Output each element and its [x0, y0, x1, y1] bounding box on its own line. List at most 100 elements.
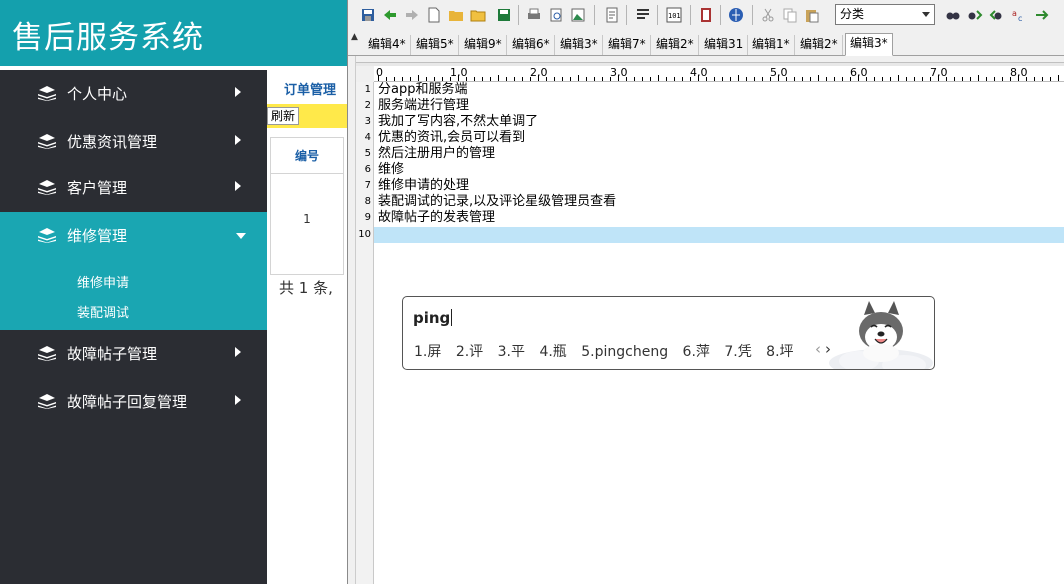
- tab-edit3[interactable]: 编辑3*: [556, 35, 603, 55]
- svg-text:a: a: [1012, 9, 1017, 18]
- copy-icon[interactable]: [782, 7, 798, 23]
- ruler-tick: [738, 75, 739, 81]
- text-line[interactable]: 分app和服务端: [378, 82, 467, 98]
- submenu-item-repair-request[interactable]: 维修申请: [77, 272, 129, 291]
- tab-edit4[interactable]: 编辑4*: [364, 35, 411, 55]
- ruler-tick: [794, 77, 795, 81]
- sidebar-item-fault-replies[interactable]: 故障帖子回复管理: [0, 378, 267, 426]
- ruler-tick: [674, 77, 675, 81]
- tab-edit7[interactable]: 编辑7*: [604, 35, 651, 55]
- line-number: 8: [364, 196, 371, 207]
- replace-icon[interactable]: ac: [1011, 7, 1027, 23]
- text-line[interactable]: 故障帖子的发表管理: [378, 210, 495, 226]
- text-line[interactable]: 维修申请的处理: [378, 178, 469, 194]
- sidebar-item-promo-news[interactable]: 优惠资讯管理: [0, 118, 267, 166]
- category-select[interactable]: 分类: [835, 4, 935, 25]
- ruler-tick: [490, 77, 491, 81]
- ruler-tick: [962, 77, 963, 81]
- ruler-tick: [818, 75, 819, 81]
- find-prev-icon[interactable]: [989, 7, 1005, 23]
- save-icon[interactable]: [360, 7, 376, 23]
- ime-candidate[interactable]: 3.平: [498, 344, 525, 360]
- tab-edit5[interactable]: 编辑5*: [412, 35, 459, 55]
- pin-icon[interactable]: ▲: [351, 32, 358, 42]
- paste-icon[interactable]: [804, 7, 820, 23]
- tab-edit1[interactable]: 编辑1*: [748, 35, 795, 55]
- chevron-right-icon: [235, 181, 241, 191]
- tab-edit9[interactable]: 编辑9*: [460, 35, 507, 55]
- repair-submenu: 维修申请 装配调试: [0, 260, 267, 330]
- ruler-tick: [866, 77, 867, 81]
- find-next-icon[interactable]: [967, 7, 983, 23]
- ime-candidate[interactable]: 6.萍: [683, 344, 710, 360]
- ruler-tick: [786, 77, 787, 81]
- ime-candidate[interactable]: 8.坪: [766, 344, 793, 360]
- ime-candidate[interactable]: 1.屏: [414, 344, 441, 360]
- sidebar-item-personal-center[interactable]: 个人中心: [0, 70, 267, 118]
- text-line[interactable]: 装配调试的记录,以及评论星级管理员查看: [378, 194, 616, 210]
- ruler-tick: [706, 77, 707, 81]
- column-header-id[interactable]: 编号: [271, 138, 343, 174]
- data-table: 编号 1: [270, 137, 344, 275]
- ruler-tick: [530, 77, 531, 81]
- align-icon[interactable]: [635, 7, 651, 23]
- image-icon[interactable]: [570, 7, 586, 23]
- notebook-icon[interactable]: [698, 7, 714, 23]
- find-icon[interactable]: [945, 7, 961, 23]
- text-line[interactable]: 服务端进行管理: [378, 98, 469, 114]
- tab-edit2b[interactable]: 编辑2*: [796, 35, 843, 55]
- submenu-item-assembly-debug[interactable]: 装配调试: [77, 302, 129, 321]
- ruler-tick: [906, 77, 907, 81]
- print-icon[interactable]: [526, 7, 542, 23]
- pagination-total: 共 1 条,: [279, 279, 333, 297]
- folder-icon[interactable]: [470, 7, 486, 23]
- open-folder-icon[interactable]: [448, 7, 464, 23]
- ruler-tick: [402, 77, 403, 81]
- globe-icon[interactable]: [728, 7, 744, 23]
- ruler-tick: [634, 77, 635, 81]
- sidebar-item-fault-posts[interactable]: 故障帖子管理: [0, 330, 267, 378]
- text-line[interactable]: 维修: [378, 162, 404, 178]
- arrow-forward-icon[interactable]: [404, 7, 420, 23]
- chevron-right-icon: [235, 395, 241, 405]
- tab-edit2[interactable]: 编辑2*: [652, 35, 699, 55]
- cut-icon[interactable]: [760, 7, 776, 23]
- ruler-tick: [554, 77, 555, 81]
- chevron-down-icon: [922, 12, 930, 17]
- ruler-tick: [458, 75, 459, 81]
- ruler-tick: [610, 77, 611, 81]
- line-number-gutter: 1 2 3 4 5 6 7 8 9 10: [356, 82, 374, 584]
- document-icon[interactable]: [604, 7, 620, 23]
- new-file-icon[interactable]: [426, 7, 442, 23]
- floppy-disk-icon[interactable]: [496, 7, 512, 23]
- refresh-button[interactable]: 刷新: [267, 107, 299, 125]
- ruler-tick: [978, 75, 979, 81]
- sidebar-item-label: 故障帖子管理: [67, 345, 158, 363]
- sidebar-item-repair[interactable]: 维修管理: [0, 212, 267, 260]
- ruler-tick: [922, 77, 923, 81]
- ruler-tick: [1018, 75, 1019, 81]
- arrow-back-icon[interactable]: [382, 7, 398, 23]
- text-line[interactable]: 优惠的资讯,会员可以看到: [378, 130, 525, 146]
- binary-icon[interactable]: 101: [666, 7, 682, 23]
- ime-candidate[interactable]: 5.pingcheng: [581, 344, 668, 360]
- text-line[interactable]: 然后注册用户的管理: [378, 146, 495, 162]
- tab-edit3-active[interactable]: 编辑3*: [845, 33, 893, 56]
- ime-candidate[interactable]: 4.瓶: [539, 344, 566, 360]
- ime-candidate[interactable]: 7.凭: [724, 344, 751, 360]
- ruler-tick: [930, 77, 931, 81]
- ruler-tick: [690, 77, 691, 81]
- ime-candidate[interactable]: 2.评: [456, 344, 483, 360]
- text-line[interactable]: 我加了写内容,不然太单调了: [378, 114, 538, 130]
- tab-edit31[interactable]: 编辑31: [700, 35, 749, 55]
- toolbar-separator: [690, 5, 691, 25]
- print-preview-icon[interactable]: [548, 7, 564, 23]
- goto-line-icon[interactable]: [1034, 7, 1050, 23]
- tab-edit6[interactable]: 编辑6*: [508, 35, 555, 55]
- ruler-tick: [546, 77, 547, 81]
- sidebar-item-customers[interactable]: 客户管理: [0, 164, 267, 212]
- ruler-tick: [1058, 75, 1059, 81]
- ruler-tick: [586, 77, 587, 81]
- table-cell: 1: [303, 212, 311, 226]
- ruler-tick: [450, 77, 451, 81]
